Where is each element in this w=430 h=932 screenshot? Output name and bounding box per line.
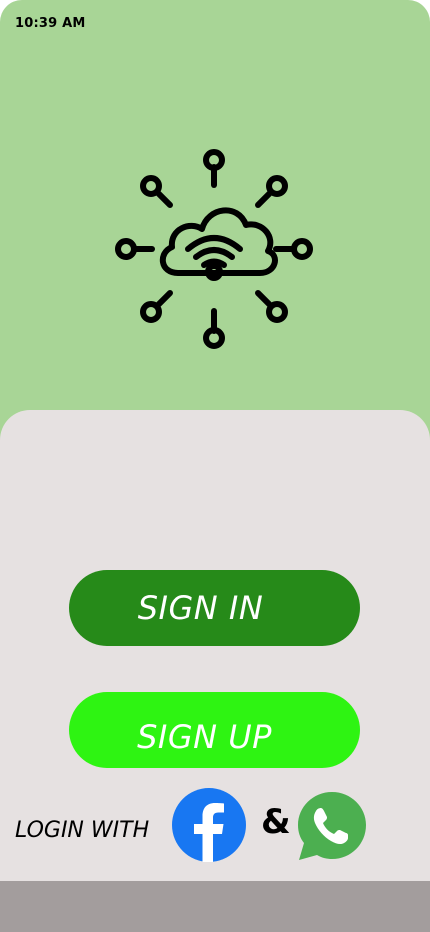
- whatsapp-icon[interactable]: [296, 790, 368, 862]
- status-bar-time: 10:39 AM: [15, 16, 86, 31]
- sign-up-button[interactable]: SIGN UP: [69, 692, 360, 768]
- sign-in-label: SIGN IN: [137, 589, 264, 627]
- app-screen: 10:39 AM SIGN IN SIGN UP LOGIN WITH &: [0, 0, 430, 932]
- cloud-network-icon: [110, 145, 318, 353]
- facebook-icon[interactable]: [172, 788, 246, 862]
- sign-in-button[interactable]: SIGN IN: [69, 570, 360, 646]
- login-with-label: LOGIN WITH: [15, 818, 150, 843]
- sign-up-label: SIGN UP: [137, 718, 272, 756]
- bottom-navigation-bar: [0, 881, 430, 932]
- and-separator: &: [261, 802, 291, 842]
